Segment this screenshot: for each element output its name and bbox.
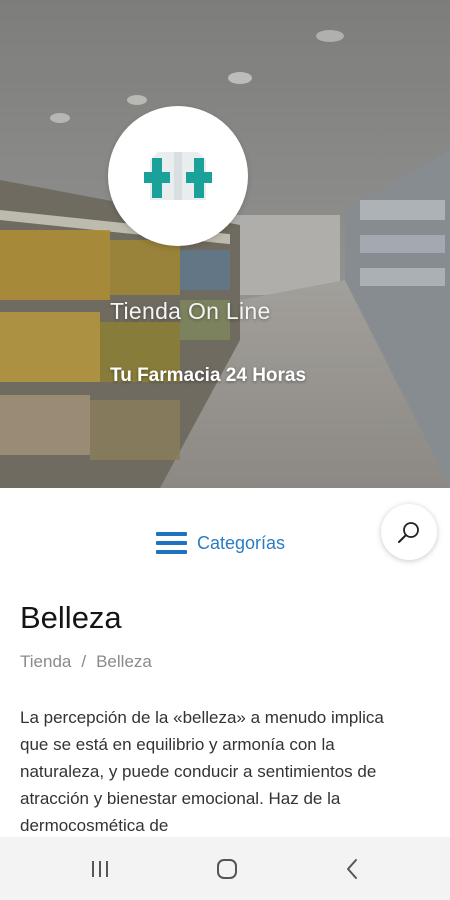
breadcrumb-current: Belleza <box>96 652 152 671</box>
back-icon <box>347 859 357 879</box>
hero-banner: Tienda On Line Tu Farmacia 24 Horas <box>0 0 450 488</box>
recent-apps-button[interactable] <box>60 837 140 900</box>
page-title: Belleza <box>20 600 122 635</box>
home-icon <box>217 859 237 879</box>
back-button[interactable] <box>312 837 392 900</box>
categories-button[interactable]: Categorías <box>156 528 285 558</box>
categories-label: Categorías <box>197 532 286 553</box>
search-icon <box>398 522 419 543</box>
home-button[interactable] <box>186 837 266 900</box>
recent-apps-icon <box>92 861 108 877</box>
breadcrumb-separator: / <box>81 652 87 671</box>
search-button[interactable] <box>381 504 437 560</box>
store-logo[interactable] <box>108 106 248 246</box>
pharmacy-store-photo <box>0 0 450 488</box>
pharmacy-cross-logo-icon <box>144 152 212 200</box>
breadcrumb: Tienda / Belleza <box>20 652 152 672</box>
store-title: Tienda On Line <box>110 298 271 324</box>
breadcrumb-link-tienda[interactable]: Tienda <box>20 652 71 671</box>
store-subtitle: Tu Farmacia 24 Horas <box>110 365 307 386</box>
system-nav-bar <box>0 837 450 900</box>
hamburger-menu-icon <box>156 531 187 555</box>
category-description: La percepción de la «belleza» a menudo i… <box>20 708 384 835</box>
